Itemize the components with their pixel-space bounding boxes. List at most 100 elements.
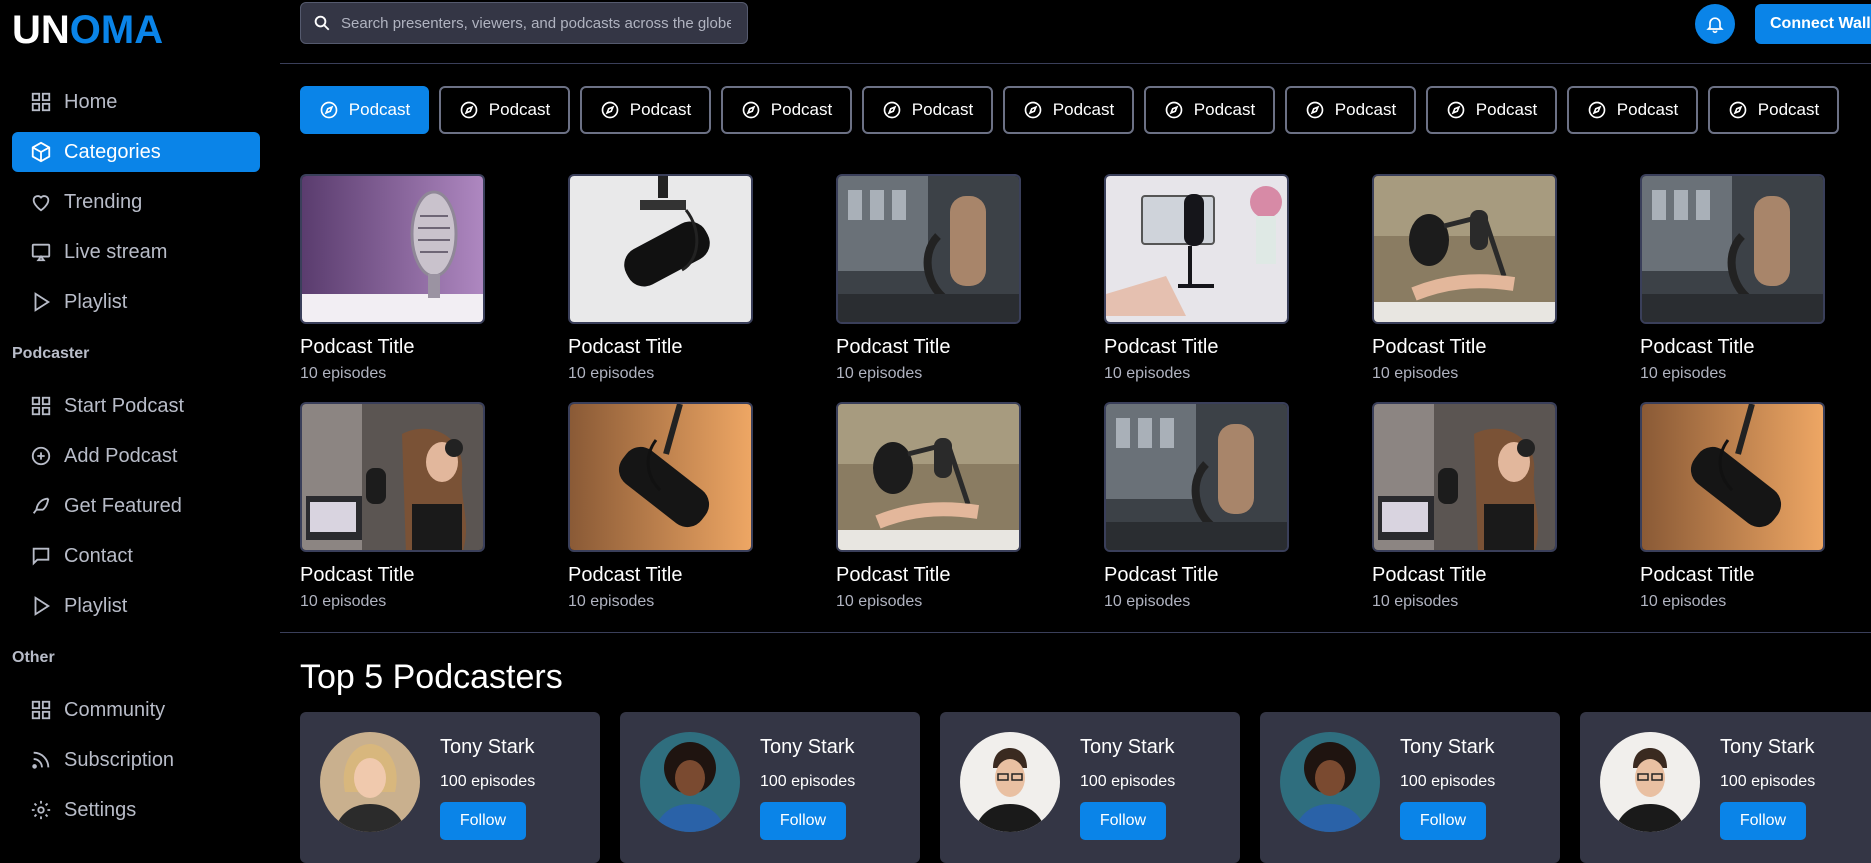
- category-chip[interactable]: Podcast: [1144, 86, 1275, 134]
- avatar[interactable]: [1600, 732, 1700, 832]
- podcast-title[interactable]: Podcast Title: [1372, 564, 1557, 587]
- follow-button[interactable]: Follow: [1080, 802, 1166, 840]
- podcaster-name[interactable]: Tony Stark: [1400, 736, 1494, 759]
- category-chip[interactable]: Podcast: [721, 86, 852, 134]
- follow-button[interactable]: Follow: [1720, 802, 1806, 840]
- podcast-card[interactable]: Podcast Title 10 episodes: [300, 174, 485, 402]
- podcast-thumbnail[interactable]: [1104, 402, 1289, 552]
- podcaster-name[interactable]: Tony Stark: [1080, 736, 1174, 759]
- podcast-card[interactable]: Podcast Title 10 episodes: [836, 402, 1021, 630]
- follow-button[interactable]: Follow: [440, 802, 526, 840]
- category-chip[interactable]: Podcast: [1708, 86, 1839, 134]
- podcast-card[interactable]: Podcast Title 10 episodes: [568, 402, 753, 630]
- sidebar-item-contact[interactable]: Contact: [12, 536, 260, 576]
- cast-icon: [31, 243, 51, 262]
- chip-label: Podcast: [770, 100, 833, 119]
- heart-icon: [32, 195, 50, 212]
- podcast-title[interactable]: Podcast Title: [300, 564, 485, 587]
- chip-label: Podcast: [1052, 100, 1115, 119]
- podcaster-name[interactable]: Tony Stark: [440, 736, 534, 759]
- category-chip[interactable]: Podcast: [1003, 86, 1134, 134]
- podcast-thumbnail[interactable]: [1372, 174, 1557, 324]
- avatar[interactable]: [320, 732, 420, 832]
- podcast-thumbnail[interactable]: [1640, 402, 1825, 552]
- podcast-card[interactable]: Podcast Title 10 episodes: [300, 402, 485, 630]
- sidebar-item-label: Categories: [64, 140, 161, 163]
- sidebar-item-categories[interactable]: Categories: [12, 132, 260, 172]
- podcast-title[interactable]: Podcast Title: [300, 336, 485, 359]
- category-chip[interactable]: Podcast: [580, 86, 711, 134]
- chip-label: Podcast: [1616, 100, 1679, 119]
- podcast-card[interactable]: Podcast Title 10 episodes: [568, 174, 753, 402]
- follow-button[interactable]: Follow: [1400, 802, 1486, 840]
- chip-label: Podcast: [911, 100, 974, 119]
- category-chip[interactable]: Podcast: [439, 86, 570, 134]
- search-icon: [314, 15, 330, 31]
- podcast-card[interactable]: Podcast Title 10 episodes: [1640, 402, 1825, 630]
- compass-icon: [742, 101, 760, 119]
- podcast-episodes: 10 episodes: [836, 365, 923, 382]
- avatar[interactable]: [1280, 732, 1380, 832]
- podcast-title[interactable]: Podcast Title: [1640, 564, 1825, 587]
- podcast-title[interactable]: Podcast Title: [1104, 336, 1289, 359]
- podcast-card[interactable]: Podcast Title 10 episodes: [836, 174, 1021, 402]
- sidebar-item-start-podcast[interactable]: Start Podcast: [12, 386, 260, 426]
- notification-button[interactable]: [1695, 4, 1735, 44]
- podcast-thumbnail[interactable]: [836, 174, 1021, 324]
- podcast-card[interactable]: Podcast Title 10 episodes: [1372, 174, 1557, 402]
- compass-icon: [460, 101, 478, 119]
- sidebar-item-label: Get Featured: [64, 494, 182, 517]
- podcast-card[interactable]: Podcast Title 10 episodes: [1104, 402, 1289, 630]
- sidebar-item-get-featured[interactable]: Get Featured: [12, 486, 260, 526]
- follow-button[interactable]: Follow: [760, 802, 846, 840]
- podcast-card[interactable]: Podcast Title 10 episodes: [1640, 174, 1825, 402]
- podcast-thumbnail[interactable]: [1104, 174, 1289, 324]
- podcast-title[interactable]: Podcast Title: [1372, 336, 1557, 359]
- sidebar-item-label: Playlist: [64, 290, 128, 313]
- category-chip[interactable]: Podcast: [1285, 86, 1416, 134]
- sidebar-item-playlist-2[interactable]: Playlist: [12, 586, 260, 626]
- sidebar-item-playlist[interactable]: Playlist: [12, 282, 260, 322]
- podcast-thumbnail[interactable]: [568, 402, 753, 552]
- podcast-thumbnail[interactable]: [836, 402, 1021, 552]
- category-chip[interactable]: Podcast: [1567, 86, 1698, 134]
- podcast-title[interactable]: Podcast Title: [568, 564, 753, 587]
- category-chip[interactable]: Podcast: [862, 86, 993, 134]
- podcaster-name[interactable]: Tony Stark: [1720, 736, 1814, 759]
- sidebar-item-trending[interactable]: Trending: [12, 182, 260, 222]
- connect-wallet-button[interactable]: Connect Wallet: [1755, 4, 1871, 44]
- podcast-thumbnail[interactable]: [568, 174, 753, 324]
- podcaster-episodes: 100 episodes: [1080, 773, 1176, 790]
- podcast-thumbnail[interactable]: [1372, 402, 1557, 552]
- podcast-thumbnail[interactable]: [300, 174, 485, 324]
- podcast-episodes: 10 episodes: [568, 365, 655, 382]
- podcast-title[interactable]: Podcast Title: [1640, 336, 1825, 359]
- podcaster-name[interactable]: Tony Stark: [760, 736, 854, 759]
- category-chip[interactable]: Podcast: [300, 86, 429, 134]
- sidebar-item-live-stream[interactable]: Live stream: [12, 232, 260, 272]
- podcast-title[interactable]: Podcast Title: [1104, 564, 1289, 587]
- sidebar-item-settings[interactable]: Settings: [12, 790, 260, 830]
- category-chip[interactable]: Podcast: [1426, 86, 1557, 134]
- podcast-card[interactable]: Podcast Title 10 episodes: [1104, 174, 1289, 402]
- feather-icon: [32, 497, 50, 514]
- sidebar-item-community[interactable]: Community: [12, 690, 260, 730]
- compass-icon: [1447, 101, 1465, 119]
- avatar[interactable]: [960, 732, 1060, 832]
- podcaster-episodes: 100 episodes: [1400, 773, 1496, 790]
- podcast-thumbnail[interactable]: [300, 402, 485, 552]
- podcast-title[interactable]: Podcast Title: [568, 336, 753, 359]
- sidebar-item-home[interactable]: Home: [12, 82, 260, 122]
- podcast-thumbnail[interactable]: [1640, 174, 1825, 324]
- podcast-title[interactable]: Podcast Title: [836, 336, 1021, 359]
- avatar[interactable]: [640, 732, 740, 832]
- podcast-title[interactable]: Podcast Title: [836, 564, 1021, 587]
- logo[interactable]: UNOMA: [12, 8, 163, 53]
- sidebar-item-add-podcast[interactable]: Add Podcast: [12, 436, 260, 476]
- sidebar-item-subscription[interactable]: Subscription: [12, 740, 260, 780]
- search-bar[interactable]: [300, 2, 748, 44]
- podcast-card[interactable]: Podcast Title 10 episodes: [1372, 402, 1557, 630]
- search-input[interactable]: [341, 14, 731, 32]
- podcaster-card: Tony Stark 100 episodes Follow: [300, 712, 600, 863]
- podcaster-episodes: 100 episodes: [760, 773, 856, 790]
